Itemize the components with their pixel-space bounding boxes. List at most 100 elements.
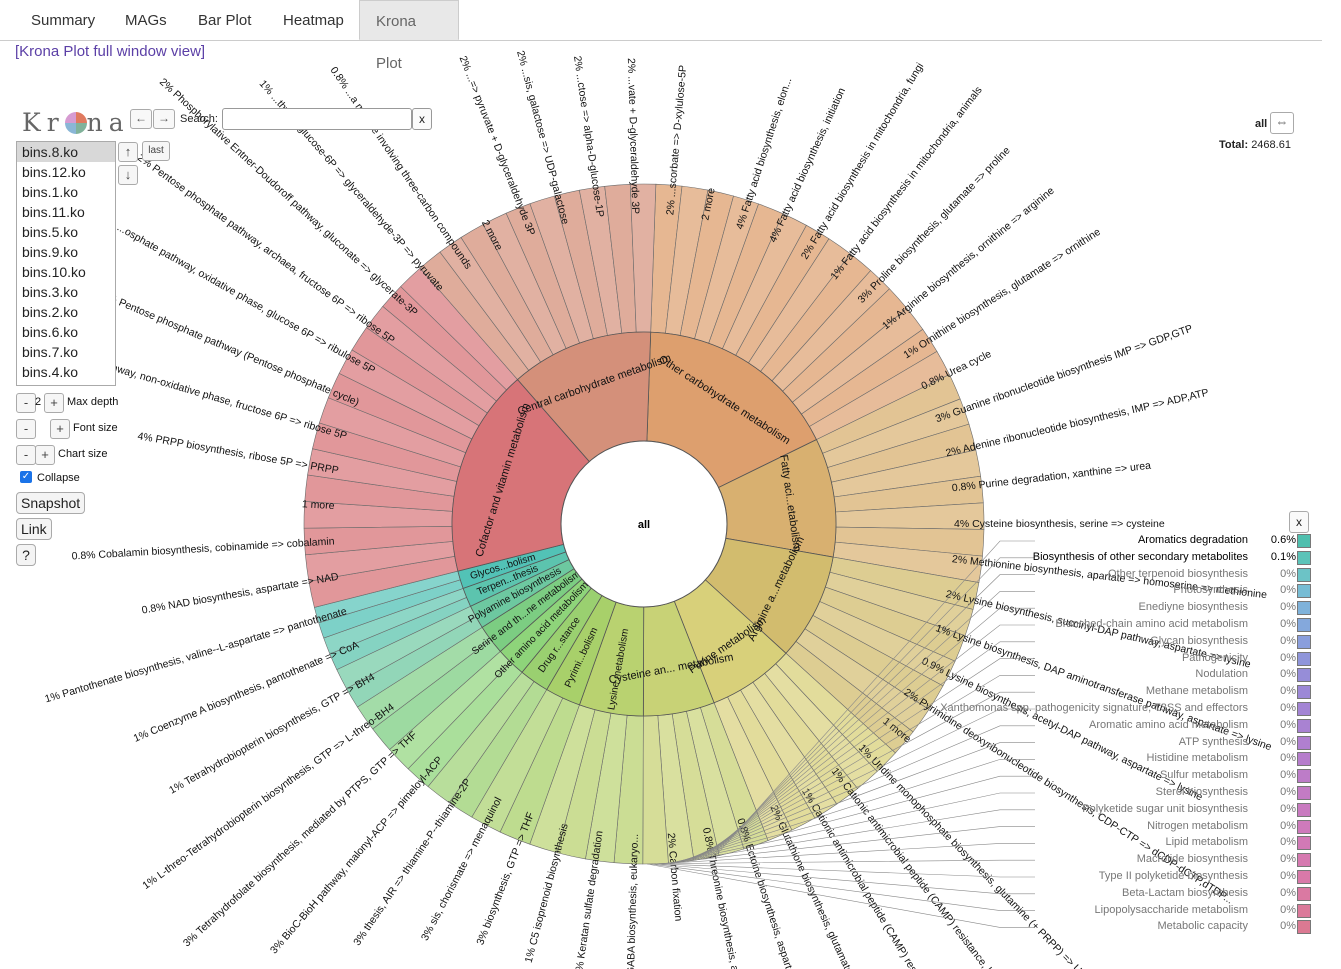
focus-name: all [1255,118,1268,130]
legend-item[interactable]: Methane metabolism 0% [1040,684,1311,700]
font-size-decrease-button[interactable]: - [16,419,36,439]
legend-item[interactable]: Sulfur metabolism 0% [1040,768,1311,784]
legend-item[interactable]: Type II polyketide biosynthesis 0% [1040,869,1311,885]
legend-item[interactable]: Aromatic amino acid metabolism 0% [1040,718,1311,734]
search-label: Search: [180,113,218,125]
back-arrow-button[interactable]: ← [130,109,152,129]
legend-item-name: Nodulation [1195,668,1248,681]
search-clear-button[interactable]: x [412,108,432,130]
dataset-item[interactable]: bins.7.ko [17,342,115,362]
legend-item[interactable]: Metabolic capacity 0% [1040,919,1311,935]
legend-item-percent: 0% [1280,685,1296,698]
legend-item[interactable]: Nitrogen metabolism 0% [1040,819,1311,835]
legend-item[interactable]: Macrolide biosynthesis 0% [1040,852,1311,868]
dataset-item[interactable]: bins.5.ko [17,222,115,242]
font-size-increase-button[interactable]: + [50,419,70,439]
legend-item-swatch [1297,802,1311,817]
help-button[interactable]: ? [16,544,36,566]
legend-item[interactable]: Nodulation 0% [1040,667,1311,683]
legend-item-name: Biosynthesis of other secondary metaboli… [1032,550,1248,563]
collapse-checkbox[interactable]: ✓ [20,471,32,483]
legend-item-percent: 0% [1280,802,1296,815]
legend-item[interactable]: Histidine metabolism 0% [1040,751,1311,767]
legend-item-percent: 0% [1280,634,1296,647]
legend-item-percent: 0.6% [1270,534,1296,546]
expand-toggle-button[interactable]: ⇔ [1270,112,1294,134]
dataset-down-button[interactable]: ↓ [118,165,138,185]
legend-item[interactable]: Polyketide sugar unit biosynthesis 0% [1040,802,1311,818]
legend-item-name: ATP synthesis [1178,735,1248,748]
legend-item[interactable]: Beta-Lactam biosynthesis 0% [1040,886,1311,902]
max-depth-increase-button[interactable]: + [44,393,64,413]
legend-item-name: Macrolide biosynthesis [1136,853,1248,866]
legend-item-name: Glycan biosynthesis [1150,634,1248,647]
dataset-item[interactable]: bins.4.ko [17,362,115,382]
legend-item-swatch [1297,819,1311,834]
legend-item-swatch [1297,668,1311,683]
legend-item[interactable]: Lipid metabolism 0% [1040,835,1311,851]
legend-close-button[interactable]: x [1289,511,1309,533]
level2-label: 1 more [302,498,335,512]
dataset-list[interactable]: bins.8.ko bins.12.ko bins.1.ko bins.11.k… [16,141,116,386]
legend-item-name: Pathogenicity [1181,651,1248,664]
legend-item-percent: 0% [1280,735,1296,748]
forward-arrow-button[interactable]: → [153,109,175,129]
legend-item[interactable]: Aromatics degradation 0.6% [1040,533,1311,549]
legend-item-name: Photosynthesis [1173,584,1248,597]
legend-item[interactable]: ATP synthesis 0% [1040,735,1311,751]
dataset-item[interactable]: bins.1.ko [17,182,115,202]
legend-item[interactable]: Glycan biosynthesis 0% [1040,634,1311,650]
legend-item-percent: 0.1% [1270,550,1296,563]
legend-item-percent: 0% [1280,618,1296,630]
dataset-item[interactable]: bins.8.ko [17,142,115,162]
level2-label: 1% Pantothenate biosynthesis, valine--L-… [43,605,348,705]
legend-item[interactable]: Branched-chain amino acid metabolism 0% [1040,617,1311,633]
dataset-item[interactable]: bins.10.ko [17,262,115,282]
dataset-item[interactable]: bins.9.ko [17,242,115,262]
legend-item[interactable]: Photosynthesis 0% [1040,583,1311,599]
legend-item-name: Type II polyketide biosynthesis [1098,870,1248,882]
legend-item-swatch [1297,718,1311,733]
dataset-item[interactable]: bins.11.ko [17,202,115,222]
level2-label: 3% thesis, AIR => thiamine-P--thiamine-2… [351,776,474,948]
legend-item[interactable]: Enediyne biosynthesis 0% [1040,600,1311,616]
max-depth-value: 2 [35,396,42,408]
legend-item-name: Polyketide sugar unit biosynthesis [1082,802,1248,815]
legend-item-percent: 0% [1280,786,1296,798]
max-depth-decrease-button[interactable]: - [16,393,36,413]
legend-item-swatch [1297,702,1311,716]
dataset-item[interactable]: bins.2.ko [17,302,115,322]
dataset-item[interactable]: bins.12.ko [17,162,115,182]
legend-item-name: Histidine metabolism [1146,752,1248,765]
legend-item-swatch [1297,735,1311,750]
legend-item-percent: 0% [1280,651,1296,664]
legend-item[interactable]: Sterol biosynthesis 0% [1040,785,1311,801]
legend-item-name: Other terpenoid biosynthesis [1107,567,1248,580]
legend-item-name: Beta-Lactam biosynthesis [1122,886,1248,899]
dataset-item[interactable]: bins.3.ko [17,282,115,302]
legend-item-name: Methane metabolism [1145,685,1248,698]
chart-size-increase-button[interactable]: + [35,445,55,465]
legend-item-swatch [1297,769,1311,784]
max-depth-label: Max depth [67,396,119,408]
link-button[interactable]: Link [16,518,52,540]
dataset-up-button[interactable]: ↑ [118,142,138,162]
legend-item-percent: 0% [1280,836,1296,849]
legend-item-swatch [1297,534,1311,548]
legend-item[interactable]: Xanthomonas spp. pathogenicity signature… [940,701,1311,717]
total-readout: Total: 2468.61 [1219,139,1291,151]
legend-item[interactable]: Other terpenoid biosynthesis 0% [1040,567,1311,583]
legend-item-name: Aromatics degradation [1137,534,1248,546]
search-input[interactable] [222,108,412,130]
level2-label: 1% Coenzyme A biosynthesis, pantothenate… [132,639,361,745]
legend-item[interactable]: Biosynthesis of other secondary metaboli… [1033,550,1311,566]
legend-item[interactable]: Lipopolysaccharide metabolism 0% [1040,903,1311,919]
legend-item-percent: 0% [1280,886,1296,899]
legend-item-name: Lipid metabolism [1165,836,1248,849]
legend-item[interactable]: Pathogenicity 0% [1040,651,1311,667]
legend-item-swatch [1297,752,1311,767]
dataset-item[interactable]: bins.6.ko [17,322,115,342]
snapshot-button[interactable]: Snapshot [16,492,86,514]
dataset-last-button[interactable]: last [142,141,170,161]
chart-size-decrease-button[interactable]: - [16,445,36,465]
